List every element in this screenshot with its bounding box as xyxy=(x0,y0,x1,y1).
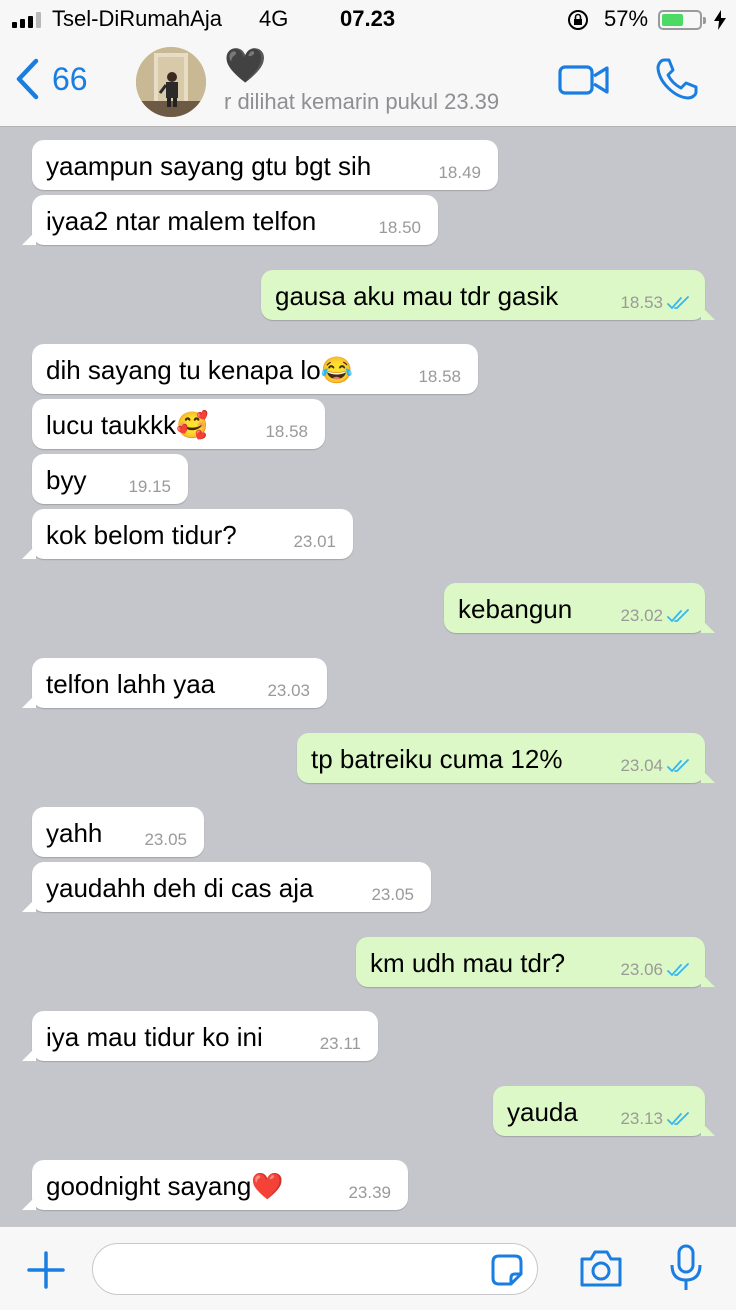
orientation-lock-icon xyxy=(568,10,588,30)
outgoing-message[interactable]: km udh mau tdr? 23.06 xyxy=(356,937,715,987)
outgoing-message[interactable]: yauda 23.13 xyxy=(493,1086,715,1136)
message-text: iyaa2 ntar malem telfon xyxy=(46,206,317,236)
incoming-message[interactable]: yaudahh deh di cas aja 23.05 xyxy=(22,862,431,912)
message-text: iya mau tidur ko ini xyxy=(46,1022,263,1052)
read-receipt-icon xyxy=(667,759,689,773)
composer-bar xyxy=(0,1226,736,1310)
message-text: yauda xyxy=(507,1097,578,1127)
bubble-tail xyxy=(22,1047,36,1061)
message-time: 23.13 xyxy=(620,1109,663,1128)
outgoing-message[interactable]: tp batreiku cuma 12% 23.04 xyxy=(297,733,715,783)
chat-header: 66 🖤 r dilihat kemarin pukul 23.39 xyxy=(0,40,736,127)
bubble-tail xyxy=(22,545,36,559)
plus-icon[interactable] xyxy=(26,1250,66,1290)
message-time: 23.05 xyxy=(371,885,414,904)
message-time: 18.50 xyxy=(378,218,421,237)
incoming-message[interactable]: dih sayang tu kenapa lo😂 18.58 xyxy=(32,344,478,394)
charging-bolt-icon xyxy=(714,10,726,30)
message-time: 18.58 xyxy=(418,367,461,386)
chevron-left-icon xyxy=(16,58,39,100)
bubble-tail xyxy=(701,769,715,783)
avatar-photo xyxy=(136,47,206,117)
message-time: 23.05 xyxy=(144,830,187,849)
message-text: gausa aku mau tdr gasik xyxy=(275,281,559,311)
message-text: kok belom tidur? xyxy=(46,520,237,550)
message-text: dih sayang tu kenapa lo😂 xyxy=(46,355,354,385)
message-text: yaudahh deh di cas aja xyxy=(46,873,314,903)
incoming-message[interactable]: iya mau tidur ko ini 23.11 xyxy=(22,1011,378,1061)
message-text: yahh xyxy=(46,818,103,848)
incoming-message[interactable]: yahh 23.05 xyxy=(32,807,204,857)
incoming-message[interactable]: telfon lahh yaa 23.03 xyxy=(22,658,327,708)
message-time: 18.49 xyxy=(438,163,481,182)
message-text: telfon lahh yaa xyxy=(46,669,216,699)
read-receipt-icon xyxy=(667,1112,689,1126)
network-type: 4G xyxy=(259,6,289,31)
message-text: yaampun sayang gtu bgt sih xyxy=(46,151,372,181)
message-time: 23.06 xyxy=(620,960,663,979)
message-time: 23.01 xyxy=(293,532,336,551)
message-time: 18.58 xyxy=(265,422,308,441)
phone-icon[interactable] xyxy=(654,56,700,102)
incoming-message[interactable]: iyaa2 ntar malem telfon 18.50 xyxy=(22,195,438,245)
bubble-tail xyxy=(22,898,36,912)
message-time: 23.02 xyxy=(620,606,663,625)
bubble-tail xyxy=(22,1196,36,1210)
read-receipt-icon xyxy=(667,963,689,977)
message-text: tp batreiku cuma 12% xyxy=(311,744,563,774)
incoming-message[interactable]: byy 19.15 xyxy=(32,454,188,504)
outgoing-message[interactable]: gausa aku mau tdr gasik 18.53 xyxy=(261,270,715,320)
read-receipt-icon xyxy=(667,609,689,623)
battery-icon xyxy=(658,10,706,30)
message-time: 18.53 xyxy=(620,293,663,312)
message-text: goodnight sayang❤️ xyxy=(46,1171,284,1201)
message-time: 23.11 xyxy=(319,1034,361,1053)
incoming-message[interactable]: goodnight sayang❤️ 23.39 xyxy=(22,1160,408,1210)
video-camera-icon[interactable] xyxy=(558,62,610,98)
status-bar: Tsel-DiRumahAja 4G 07.23 57% xyxy=(0,0,736,40)
message-text: byy xyxy=(46,465,87,495)
contact-name[interactable]: 🖤 xyxy=(224,46,266,86)
back-unread-count: 66 xyxy=(52,60,88,97)
incoming-message[interactable]: kok belom tidur? 23.01 xyxy=(22,509,353,559)
message-text: kebangun xyxy=(458,594,573,624)
bubble-tail xyxy=(701,619,715,633)
sticker-icon[interactable] xyxy=(489,1252,525,1288)
last-seen-status: r dilihat kemarin pukul 23.39 xyxy=(224,89,500,114)
camera-icon[interactable] xyxy=(578,1247,624,1291)
message-input[interactable] xyxy=(92,1243,538,1295)
signal-strength-icon xyxy=(12,12,46,28)
message-text: lucu taukkk🥰 xyxy=(46,410,209,440)
message-time: 19.15 xyxy=(128,477,171,496)
microphone-icon[interactable] xyxy=(668,1243,704,1295)
bubble-tail xyxy=(701,1122,715,1136)
battery-percent: 57% xyxy=(604,6,649,31)
read-receipt-icon xyxy=(667,296,689,310)
message-list[interactable]: yaampun sayang gtu bgt sih 18.49 iyaa2 nta… xyxy=(0,127,736,1226)
message-text: km udh mau tdr? xyxy=(370,948,566,978)
bubble-tail xyxy=(701,973,715,987)
bubble-tail xyxy=(22,694,36,708)
message-input-field[interactable] xyxy=(111,1254,475,1286)
incoming-message[interactable]: lucu taukkk🥰 18.58 xyxy=(32,399,325,449)
message-time: 23.04 xyxy=(620,756,663,775)
contact-avatar[interactable] xyxy=(136,47,206,117)
bubble-tail xyxy=(22,231,36,245)
message-time: 23.39 xyxy=(348,1183,391,1202)
carrier-name: Tsel-DiRumahAja xyxy=(52,6,222,31)
outgoing-message[interactable]: kebangun 23.02 xyxy=(444,583,715,633)
bubble-tail xyxy=(701,306,715,320)
back-button[interactable]: 66 xyxy=(14,58,88,100)
message-time: 23.03 xyxy=(267,681,310,700)
status-time: 07.23 xyxy=(340,6,396,31)
incoming-message[interactable]: yaampun sayang gtu bgt sih 18.49 xyxy=(32,140,498,190)
